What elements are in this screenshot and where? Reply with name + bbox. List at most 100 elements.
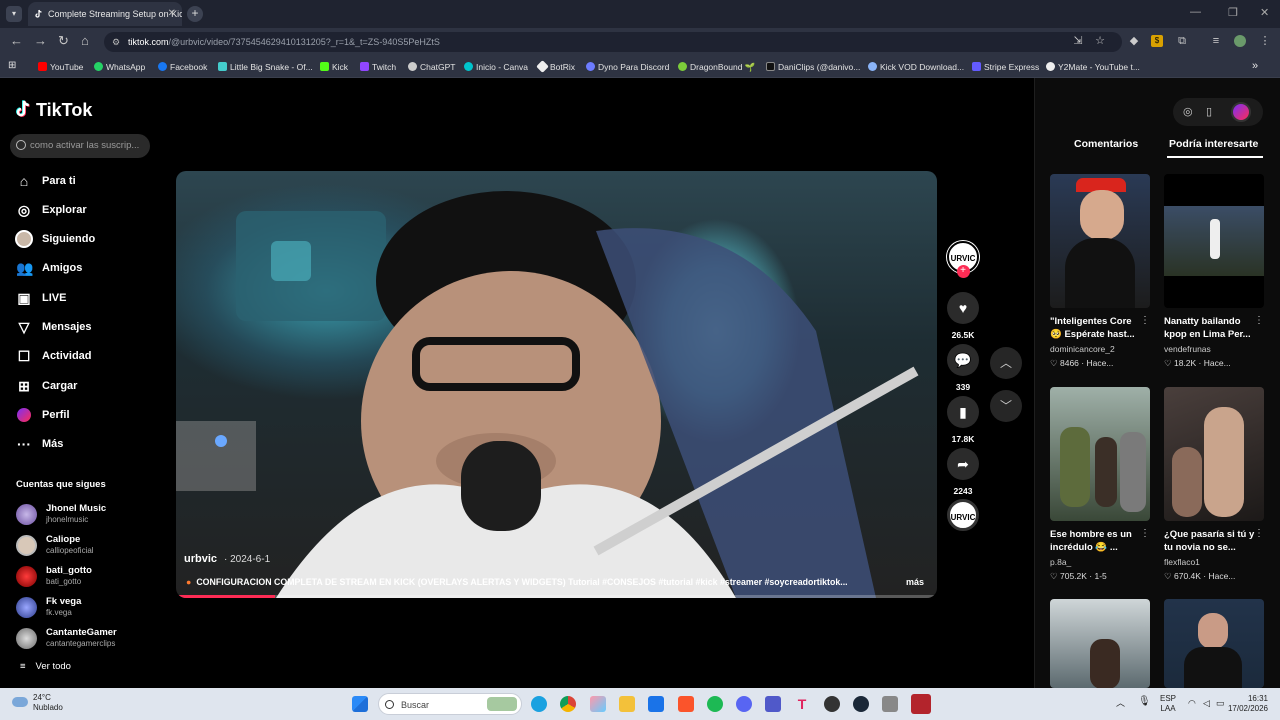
bookmark-daniclips[interactable]: DaniClips (@danivo... [766,60,860,74]
video-author[interactable]: urbvic [184,553,217,565]
bookmark-twitch[interactable]: Twitch [360,60,396,74]
bookmark-star-icon[interactable]: ☆ [1094,35,1106,47]
reload-icon[interactable]: ↻ [58,33,69,49]
nav-cargar[interactable]: ⊞ Cargar [16,377,77,395]
nav-live[interactable]: ▣ LIVE [16,289,66,307]
extension-coin-icon[interactable]: $ [1151,35,1163,47]
brave-icon[interactable] [678,696,694,712]
bookmark-stripe[interactable]: Stripe Express [972,60,1039,74]
address-bar[interactable]: ⚙ tiktok.com/@urbvic/video/7375454629410… [104,32,1122,52]
forward-icon[interactable]: → [34,33,47,48]
apps-grid-icon[interactable]: ⊞ [8,59,16,73]
minimize-icon[interactable]: — [1190,6,1201,18]
nav-para-ti[interactable]: ⌂ Para ti [16,172,76,190]
bookmark-kick[interactable]: Kick [320,60,348,74]
microphone-icon[interactable]: 🎙 [1138,697,1151,707]
tab-search-button[interactable]: ▾ [6,6,22,22]
phone-icon[interactable]: ▯ [1206,105,1212,118]
back-icon[interactable]: ← [10,33,23,48]
maximize-icon[interactable]: ❐ [1228,6,1238,19]
battery-icon[interactable]: ▭ [1216,698,1225,708]
more-button[interactable]: más [906,577,924,587]
compass-icon[interactable]: ◎ [1183,105,1193,118]
video-player[interactable]: urbvic · 2024-6-1 ● CONFIGURACION COMPLET… [176,171,937,598]
card-options-icon[interactable]: ⋮ [1254,315,1264,326]
close-tab-icon[interactable]: ✕ [168,2,176,26]
close-window-icon[interactable]: ✕ [1260,6,1269,19]
share-action[interactable]: ➦ 2243 [947,448,979,496]
recommended-video-card[interactable]: ¿Que pasaría si tú y tu novia no se... ⋮… [1164,387,1264,582]
extension-icon[interactable]: ◆ [1128,35,1140,47]
bookmark-dyno[interactable]: Dyno Para Discord [586,60,669,74]
nav-actividad[interactable]: ☐ Actividad [16,347,92,365]
tab-podria-interesarte[interactable]: Podría interesarte [1169,138,1258,150]
wifi-icon[interactable]: ◠ [1188,698,1196,708]
clock[interactable]: 16:31 17/02/2026 [1226,694,1268,714]
bookmark-dragonbound[interactable]: DragonBound 🌱 [678,60,755,74]
profile-avatar-icon[interactable] [1234,35,1246,47]
video-progress-bar[interactable] [176,595,937,598]
browser-tab[interactable]: Complete Streaming Setup on Kick ✕ [28,2,182,26]
bookmark-y2mate[interactable]: Y2Mate - YouTube t... [1046,60,1140,74]
calculator-icon[interactable] [882,696,898,712]
nav-mas[interactable]: ··· Más [16,435,63,453]
spotify-icon[interactable] [707,696,723,712]
tray-chevron-icon[interactable]: ︿ [1116,698,1125,708]
card-options-icon[interactable]: ⋮ [1140,528,1150,539]
file-explorer-icon[interactable] [619,696,635,712]
discord-icon[interactable] [736,696,752,712]
bookmark-facebook[interactable]: Facebook [158,60,207,74]
install-app-icon[interactable]: ⇲ [1072,35,1084,47]
volume-icon[interactable]: ◁ [1203,698,1210,708]
nav-explorar[interactable]: ◎ Explorar [16,201,87,219]
bookmark-botrix[interactable]: BotRix [536,60,575,74]
recommended-video-card[interactable]: "Inteligentes Core 🥺 Espérate hast... ⋮ … [1050,174,1150,369]
media-control-icon[interactable]: ≡ [1210,35,1222,47]
teams-icon[interactable] [765,696,781,712]
comment-action[interactable]: 💬 339 [947,344,979,392]
author-avatar[interactable]: URVIC + [947,241,979,278]
copilot-icon[interactable] [590,696,606,712]
bookmark-youtube[interactable]: YouTube [38,60,83,74]
bookmark-kick-vod[interactable]: Kick VOD Download... [868,60,964,74]
bookmark-whatsapp[interactable]: WhatsApp [94,60,145,74]
more-bookmarks-icon[interactable]: » [1252,59,1258,73]
nav-siguiendo[interactable]: Siguiendo [15,230,95,248]
bookmark-canva[interactable]: Inicio - Canva [464,60,528,74]
nav-mensajes[interactable]: ▽ Mensajes [16,318,92,336]
tab-comentarios[interactable]: Comentarios [1074,138,1138,150]
edge-icon[interactable] [531,696,547,712]
browser-menu-icon[interactable]: ⋮ [1259,35,1271,47]
app-a-icon[interactable] [911,694,931,714]
input-language[interactable]: ESP LAA [1160,694,1176,714]
recommended-video-card[interactable]: Nanatty bailando kpop en Lima Per... ⋮ v… [1164,174,1264,369]
nav-amigos[interactable]: 👥 Amigos [16,259,82,277]
text-editor-icon[interactable]: T [794,696,810,712]
search-input[interactable]: como activar las suscrip... [10,134,150,158]
windows-start-icon[interactable] [352,696,368,712]
card-options-icon[interactable]: ⋮ [1254,528,1264,539]
steam-icon[interactable] [853,696,869,712]
obs-icon[interactable] [824,696,840,712]
recommended-video-card[interactable] [1164,599,1264,688]
nav-perfil[interactable]: Perfil [16,406,70,424]
home-icon[interactable]: ⌂ [81,33,89,48]
sound-disc[interactable]: URVIC [947,499,979,531]
taskbar-search[interactable]: Buscar [378,693,522,715]
save-action[interactable]: ▮ 17.8K [947,396,979,444]
new-tab-button[interactable]: + [187,6,203,22]
chrome-icon[interactable] [560,696,576,712]
card-options-icon[interactable]: ⋮ [1140,315,1150,326]
see-all-link[interactable]: ≡ Ver todo [20,661,71,672]
next-video-button[interactable]: ﹀ [990,390,1022,422]
tiktok-logo[interactable]: TikTok [16,100,92,121]
recommended-video-card[interactable] [1050,599,1150,688]
user-avatar-icon[interactable] [1231,102,1251,122]
weather-widget[interactable]: 24°C Nublado [12,693,63,713]
bookmark-chatgpt[interactable]: ChatGPT [408,60,455,74]
recommended-video-card[interactable]: Ese hombre es un incrédulo 😂 ... ⋮ p.8a_… [1050,387,1150,582]
previous-video-button[interactable]: ︿ [990,347,1022,379]
outlook-icon[interactable] [648,696,664,712]
site-info-icon[interactable]: ⚙ [112,32,120,52]
bookmark-little-big-snake[interactable]: Little Big Snake - Of... [218,60,313,74]
